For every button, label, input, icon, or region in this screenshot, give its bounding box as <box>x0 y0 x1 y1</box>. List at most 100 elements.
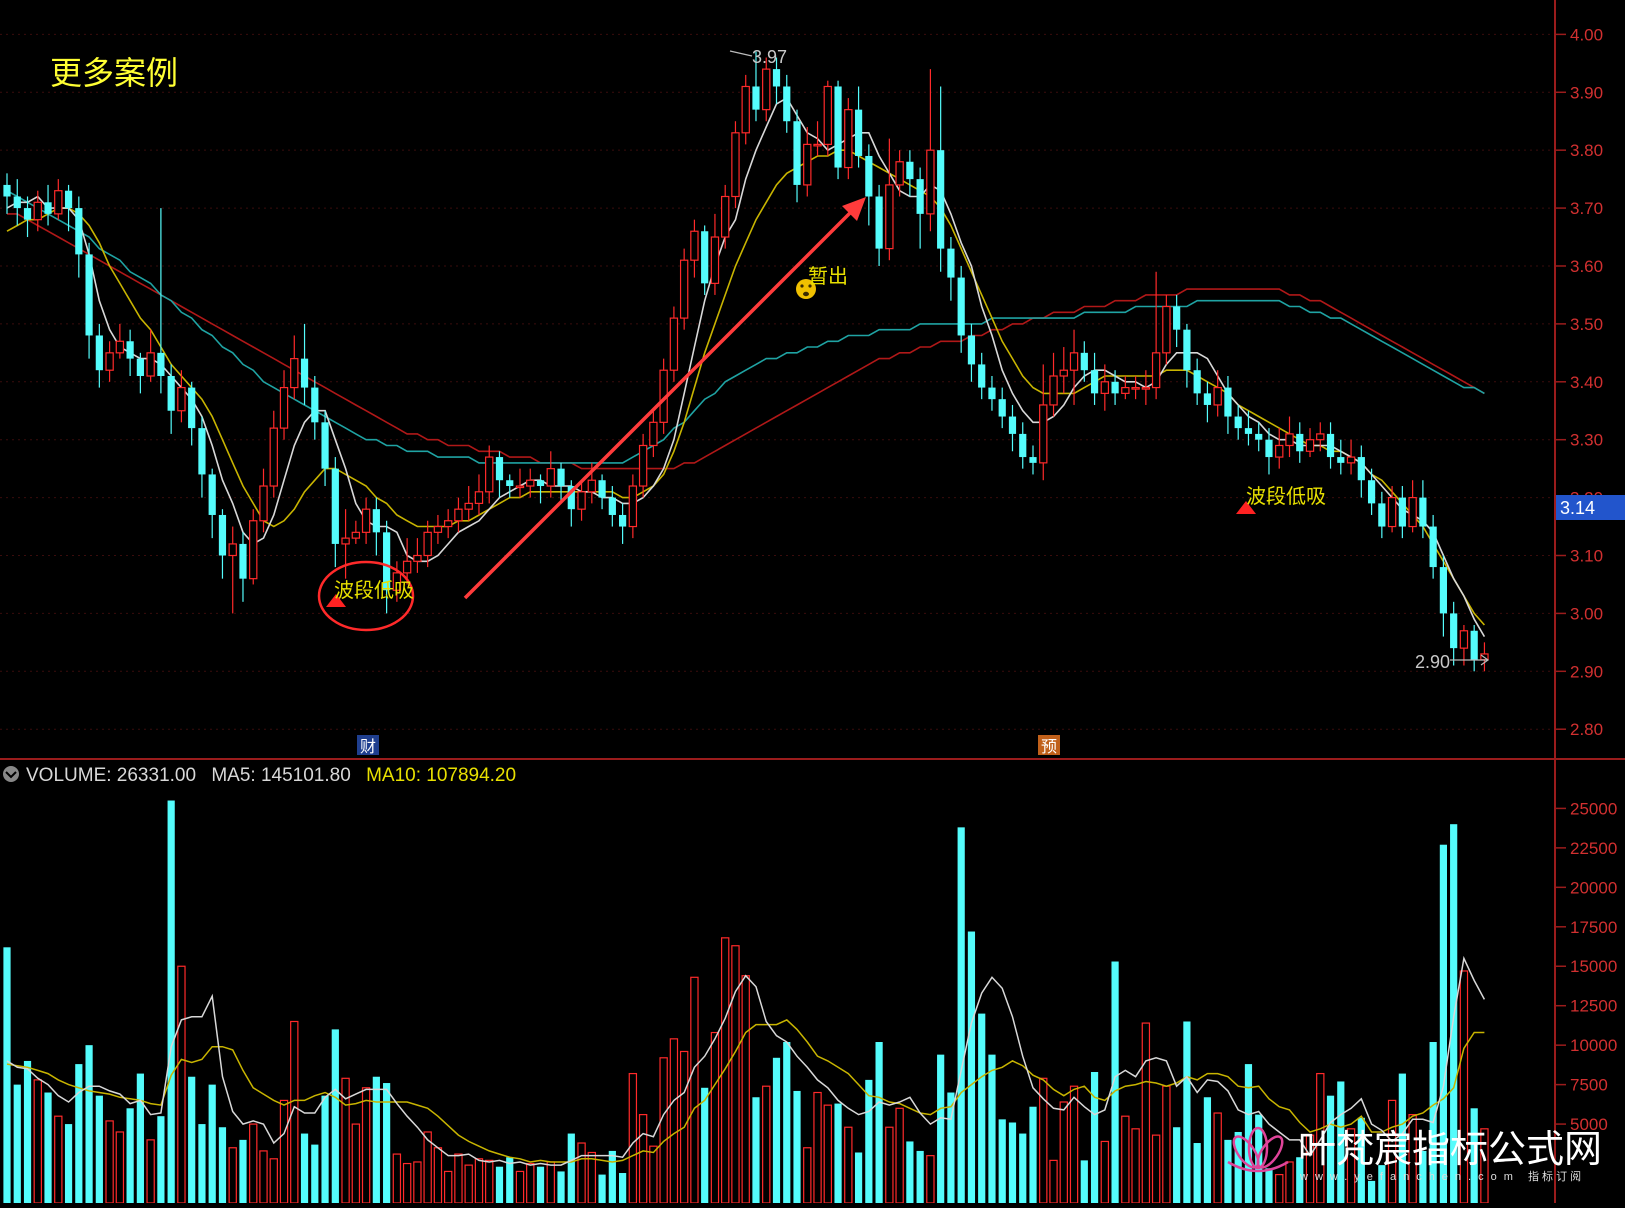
volume-bar-up <box>54 1115 63 1204</box>
candle <box>669 306 679 382</box>
candle-body-up <box>1100 381 1110 394</box>
current-price-tag: 3.14 <box>1554 495 1625 520</box>
candle-body-down <box>239 543 247 579</box>
candle-body-up <box>1459 630 1469 649</box>
volume-bar-down <box>1008 1122 1017 1203</box>
candle-body-down <box>978 364 986 388</box>
volume-bar-up <box>392 1153 402 1204</box>
candle <box>679 248 689 330</box>
watermark-brand: 叶梵宸指标公式网 <box>1298 1129 1602 1171</box>
volume-axis-label: 17500 <box>1570 918 1617 937</box>
volume-bar-down <box>239 1139 247 1203</box>
volume-axis-label: 22500 <box>1570 839 1617 858</box>
candle-body-down <box>916 179 924 214</box>
volume-bar-down <box>536 1166 545 1203</box>
candle-body-down <box>167 376 175 411</box>
volume-bar-down <box>937 1054 945 1203</box>
candle-body-up <box>546 468 555 487</box>
price-axis-label: 3.80 <box>1570 141 1603 160</box>
panel-title[interactable]: 更多案例 <box>50 55 178 91</box>
volume-bar-up <box>433 1147 443 1204</box>
candle-body-down <box>1419 497 1427 527</box>
volume-bar-down <box>1080 1160 1088 1203</box>
candle-body-up <box>259 485 268 522</box>
candle <box>844 98 853 180</box>
watermark-url: www.yefanchen.com <box>1299 1171 1520 1183</box>
candle-body-down <box>834 86 842 168</box>
candle-body-down <box>1450 613 1458 649</box>
candle-body-up <box>844 109 853 169</box>
volume-bar-up <box>1100 1140 1110 1204</box>
volume-bar-down <box>906 1141 914 1203</box>
candle-body-up <box>577 491 586 510</box>
volume-axis-label: 7500 <box>1570 1076 1608 1095</box>
candle-body-down <box>75 208 83 255</box>
candle-body-up <box>628 485 638 528</box>
volume-bar-up <box>1213 1112 1222 1204</box>
candle <box>834 80 842 180</box>
price-axis-label: 2.90 <box>1570 662 1603 681</box>
volume-legend-ma10: MA10: 107894.20 <box>366 765 516 786</box>
event-marker-finance[interactable]: 财 <box>357 735 379 756</box>
smiley-eye-left <box>800 284 804 288</box>
price-axis-label: 3.00 <box>1570 604 1603 623</box>
candle-body-up <box>1285 433 1294 447</box>
volume-bar-down <box>44 1092 52 1203</box>
volume-bar-up <box>33 1079 42 1204</box>
volume-bar-down <box>85 1045 93 1203</box>
candle-body-down <box>495 457 504 481</box>
candle-body-down <box>608 497 616 515</box>
volume-bar-up <box>813 1091 822 1204</box>
price-axis-label: 2.80 <box>1570 720 1603 739</box>
candle-body-down <box>988 387 996 400</box>
candle-body-down <box>64 190 73 209</box>
candle-body-down <box>967 335 976 365</box>
candle-body-down <box>752 86 760 110</box>
candle-body-up <box>464 502 473 510</box>
candle-body-down <box>311 387 319 423</box>
volume-bar-up <box>228 1147 237 1204</box>
candle-body-up <box>1213 386 1222 406</box>
candle-body-down <box>875 196 883 249</box>
candle-body-down <box>13 196 21 209</box>
volume-bar-down <box>619 1173 627 1203</box>
candle-body-down <box>126 341 134 359</box>
candle-body-up <box>885 184 894 250</box>
candle-body-down <box>1193 370 1201 394</box>
candle-body-up <box>33 201 42 221</box>
candle-body-up <box>515 485 525 489</box>
event-marker-forecast[interactable]: 预 <box>1038 735 1060 756</box>
volume-bar-up <box>105 1120 114 1204</box>
candle-body-up <box>1346 456 1356 464</box>
candle-body-up <box>454 508 463 522</box>
volume-bar-up <box>885 1126 894 1204</box>
candle-body-down <box>157 352 165 376</box>
candle-body-up <box>690 230 699 261</box>
volume-bar-down <box>300 1133 309 1203</box>
candle-body-up <box>115 340 125 354</box>
candle-body-up <box>669 317 679 371</box>
candle <box>823 80 833 156</box>
volume-bar-up <box>443 1170 453 1204</box>
candle-body-down <box>854 109 863 156</box>
candle-body-up <box>402 560 412 574</box>
low-price-label: 2.90 <box>1415 652 1450 672</box>
volume-bar-up <box>361 1087 371 1204</box>
volume-bar-down <box>188 1076 196 1203</box>
candle-body-down <box>1439 567 1447 614</box>
candle-body-down <box>372 509 380 533</box>
volume-bar-up <box>710 1031 720 1204</box>
candle-body-up <box>413 554 422 562</box>
candle-body-down <box>1224 387 1232 417</box>
volume-bar-up <box>926 1155 935 1204</box>
volume-bar-down <box>978 1013 986 1203</box>
volume-bar-down <box>126 1108 134 1203</box>
volume-bar-down <box>75 1064 83 1203</box>
volume-bar-down <box>854 1152 863 1203</box>
chart-stage: 更多案例 3.97 2.90 波段低吸 暂出 波段低吸 财 预 4.00 3.9… <box>0 0 1625 1204</box>
candle-body-up <box>1131 386 1140 390</box>
candle-body-down <box>783 86 791 122</box>
candle-body-down <box>1173 306 1181 330</box>
price-axis-label: 3.50 <box>1570 315 1603 334</box>
collapse-icon[interactable] <box>3 766 19 782</box>
